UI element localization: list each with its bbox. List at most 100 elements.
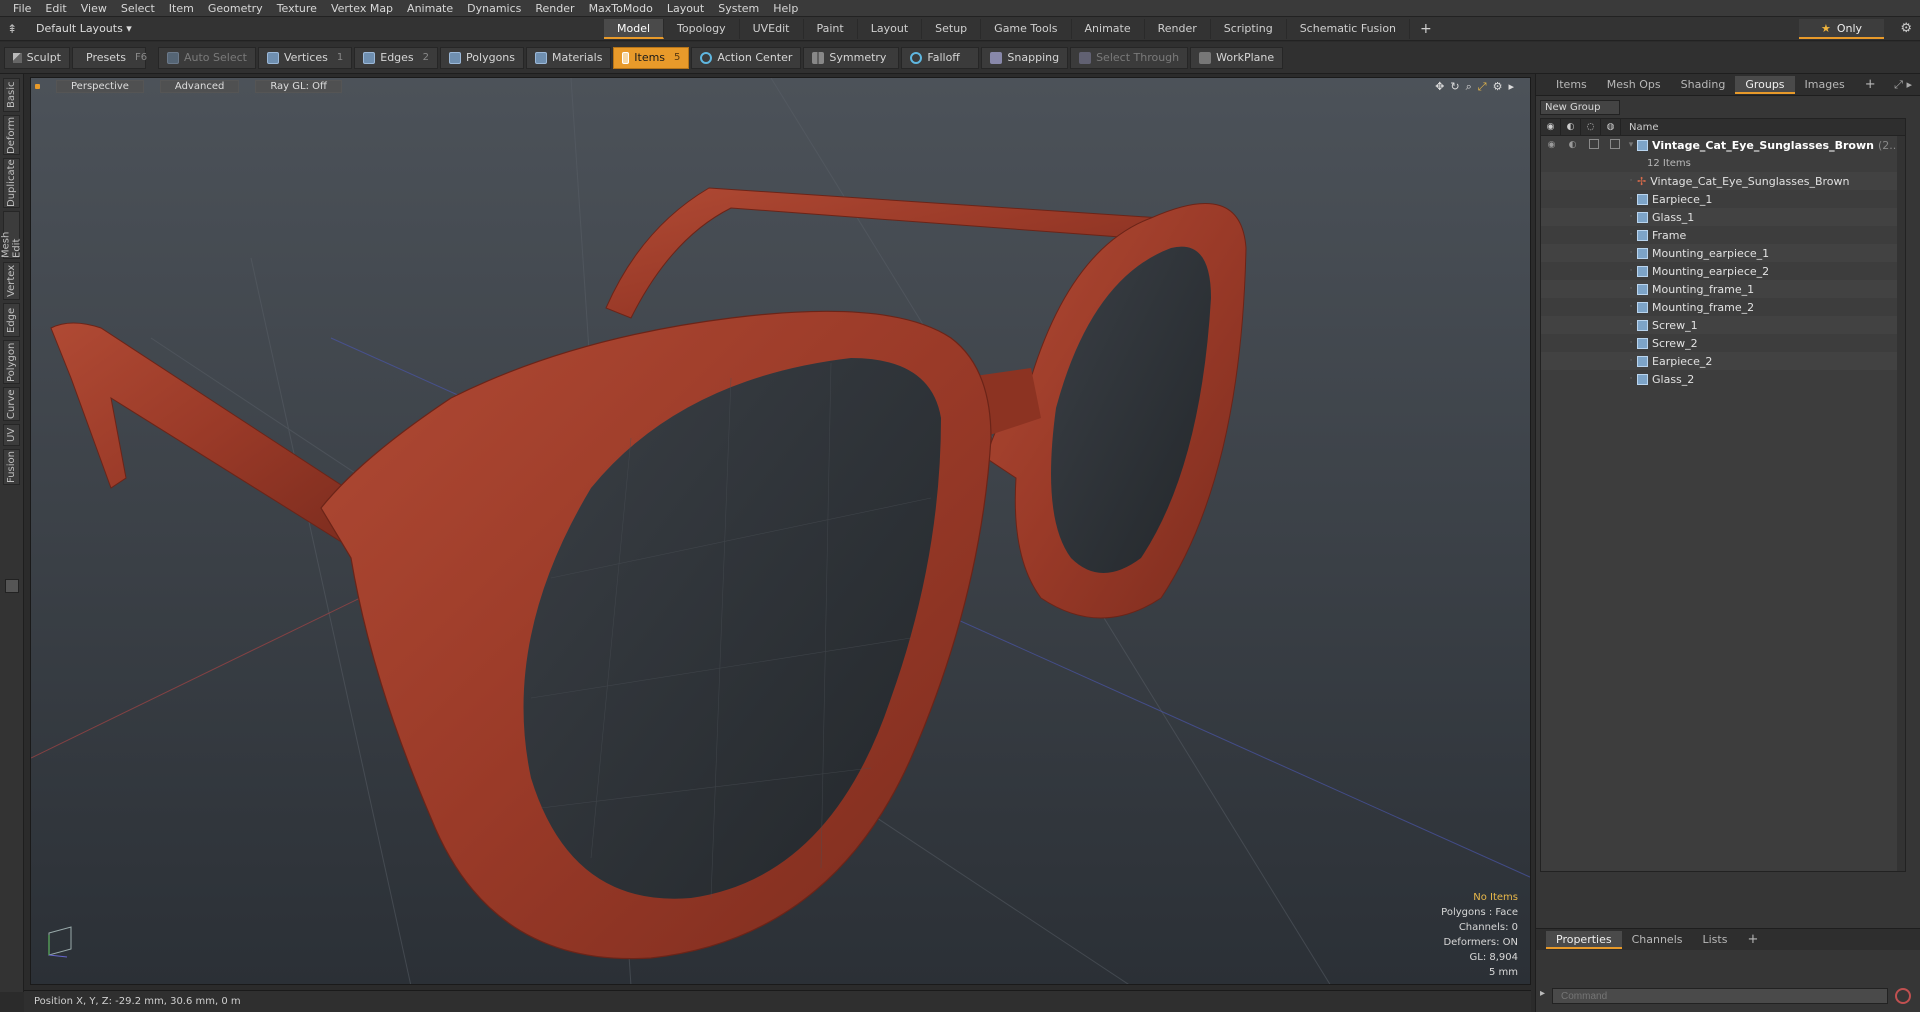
falloff-button[interactable]: Falloff [901, 46, 980, 69]
command-input[interactable] [1552, 988, 1888, 1004]
list-item[interactable]: · Mounting_frame_1 [1541, 280, 1905, 298]
vertices-button[interactable]: Vertices 1 [257, 46, 353, 69]
list-item[interactable]: · Frame [1541, 226, 1905, 244]
bottom-tab-properties[interactable]: Properties [1546, 930, 1622, 949]
left-tab-basic[interactable]: Basic [3, 78, 20, 112]
list-item[interactable]: · Earpiece_2 [1541, 352, 1905, 370]
layout-tab-schematic-fusion[interactable]: Schematic Fusion [1287, 18, 1411, 39]
menu-edit[interactable]: Edit [38, 0, 73, 17]
list-item[interactable]: · Screw_1 [1541, 316, 1905, 334]
panel-tab-items[interactable]: Items [1546, 76, 1597, 94]
panel-tab-groups[interactable]: Groups [1735, 75, 1795, 94]
visibility-eye-icon[interactable]: ◉ [1541, 140, 1562, 150]
layout-tab-layout[interactable]: Layout [858, 18, 923, 39]
pan-icon[interactable]: ✥ [1435, 80, 1444, 94]
layout-tab-topology[interactable]: Topology [664, 18, 740, 39]
rotate-icon[interactable]: ↻ [1450, 80, 1459, 94]
layout-tab-model[interactable]: Model [604, 18, 665, 39]
layout-tab-uvedit[interactable]: UVEdit [740, 18, 804, 39]
fit-icon[interactable]: ⤢ [1478, 80, 1487, 94]
layout-arrow-icon[interactable]: ⇞ [0, 22, 24, 36]
list-item[interactable]: · Mounting_earpiece_2 [1541, 262, 1905, 280]
list-item[interactable]: · Earpiece_1 [1541, 190, 1905, 208]
viewport-gear-icon[interactable]: ⚙ [1493, 80, 1503, 94]
left-tab-curve[interactable]: Curve [3, 387, 20, 421]
add-panel-tab-icon[interactable]: + [1855, 76, 1886, 94]
raygl-button[interactable]: Ray GL: Off [255, 80, 342, 93]
menu-vertex-map[interactable]: Vertex Map [324, 0, 400, 17]
panel-expand-icon[interactable]: ⤢ ▸ [1894, 78, 1912, 92]
items-button[interactable]: Items 5 [613, 46, 690, 69]
layout-tab-paint[interactable]: Paint [804, 18, 858, 39]
name-column-header[interactable]: Name [1621, 122, 1659, 133]
menu-layout[interactable]: Layout [660, 0, 711, 17]
menu-texture[interactable]: Texture [270, 0, 324, 17]
select-column-icon[interactable]: ◍ [1601, 118, 1621, 136]
symmetry-button[interactable]: Symmetry [803, 46, 900, 69]
bottom-tab-channels[interactable]: Channels [1622, 931, 1693, 949]
left-tab-duplicate[interactable]: Duplicate [3, 158, 20, 208]
menu-help[interactable]: Help [766, 0, 805, 17]
panel-tab-images[interactable]: Images [1795, 76, 1855, 94]
groups-list-scrollbar[interactable] [1897, 136, 1905, 871]
lock-toggle[interactable] [1583, 138, 1604, 152]
menu-geometry[interactable]: Geometry [201, 0, 270, 17]
left-tab-polygon[interactable]: Polygon [3, 340, 20, 384]
render-toggle-icon[interactable]: ◐ [1562, 140, 1583, 150]
menu-maxtomodo[interactable]: MaxToModo [582, 0, 660, 17]
zoom-icon[interactable]: ⌕ [1466, 80, 1472, 94]
panel-tab-mesh-ops[interactable]: Mesh Ops [1597, 76, 1671, 94]
select-toggle[interactable] [1604, 138, 1625, 152]
lock-column-icon[interactable]: ◌ [1581, 118, 1601, 136]
only-toggle[interactable]: ★ Only [1799, 19, 1884, 39]
left-tab-uv[interactable]: UV [3, 424, 20, 446]
list-item[interactable]: · Mounting_frame_2 [1541, 298, 1905, 316]
render-column-icon[interactable]: ◐ [1561, 118, 1581, 136]
menu-item[interactable]: Item [162, 0, 201, 17]
menu-select[interactable]: Select [114, 0, 162, 17]
add-layout-tab-icon[interactable]: + [1410, 19, 1442, 39]
list-item[interactable]: · Glass_2 [1541, 370, 1905, 388]
viewport-expand-icon[interactable]: ▸ [1508, 80, 1514, 94]
panel-tab-shading[interactable]: Shading [1671, 76, 1736, 94]
menu-dynamics[interactable]: Dynamics [460, 0, 528, 17]
presets-button[interactable]: Presets F6 [72, 46, 147, 69]
left-tab-mesh-edit[interactable]: Mesh Edit [1, 211, 23, 259]
edges-button[interactable]: Edges 2 [354, 46, 439, 69]
left-panel-toggle[interactable] [5, 579, 19, 593]
menu-view[interactable]: View [74, 0, 114, 17]
layout-tab-setup[interactable]: Setup [922, 18, 982, 39]
polygons-button[interactable]: Polygons [440, 46, 524, 69]
left-tab-edge[interactable]: Edge [3, 303, 20, 337]
layout-tab-render[interactable]: Render [1145, 18, 1211, 39]
view-type-button[interactable]: Perspective [56, 80, 144, 93]
layout-tab-animate[interactable]: Animate [1072, 18, 1145, 39]
left-tab-deform[interactable]: Deform [3, 115, 20, 155]
menu-file[interactable]: File [6, 0, 38, 17]
menu-render[interactable]: Render [528, 0, 581, 17]
collapse-icon[interactable]: ▾ [1625, 140, 1637, 150]
list-item[interactable]: · Screw_2 [1541, 334, 1905, 352]
viewport-menu-dot[interactable] [35, 84, 40, 89]
list-item[interactable]: · Glass_1 [1541, 208, 1905, 226]
list-item[interactable]: · Mounting_earpiece_1 [1541, 244, 1905, 262]
command-arrow-icon[interactable]: ▸ [1540, 988, 1545, 999]
menu-animate[interactable]: Animate [400, 0, 460, 17]
workplane-button[interactable]: WorkPlane [1190, 46, 1284, 69]
left-tab-fusion[interactable]: Fusion [3, 449, 20, 485]
select-through-button[interactable]: Select Through [1070, 46, 1189, 69]
shading-mode-button[interactable]: Advanced [159, 80, 240, 93]
snapping-button[interactable]: Snapping [981, 46, 1069, 69]
menu-system[interactable]: System [711, 0, 766, 17]
layout-tab-scripting[interactable]: Scripting [1211, 18, 1287, 39]
gear-icon[interactable]: ⚙ [1900, 21, 1912, 36]
list-item[interactable]: · ✢ Vintage_Cat_Eye_Sunglasses_Brown [1541, 172, 1905, 190]
new-group-button[interactable]: New Group [1540, 100, 1620, 115]
3d-viewport[interactable]: Perspective Advanced Ray GL: Off ✥ ↻ ⌕ ⤢… [30, 77, 1531, 985]
layout-selector[interactable]: Default Layouts ▾ [24, 22, 604, 35]
action-center-button[interactable]: Action Center [691, 46, 802, 69]
sculpt-button[interactable]: Sculpt [4, 46, 70, 69]
materials-button[interactable]: Materials [526, 46, 612, 69]
left-tab-vertex[interactable]: Vertex [3, 262, 20, 300]
auto-select-button[interactable]: Auto Select [158, 46, 256, 69]
